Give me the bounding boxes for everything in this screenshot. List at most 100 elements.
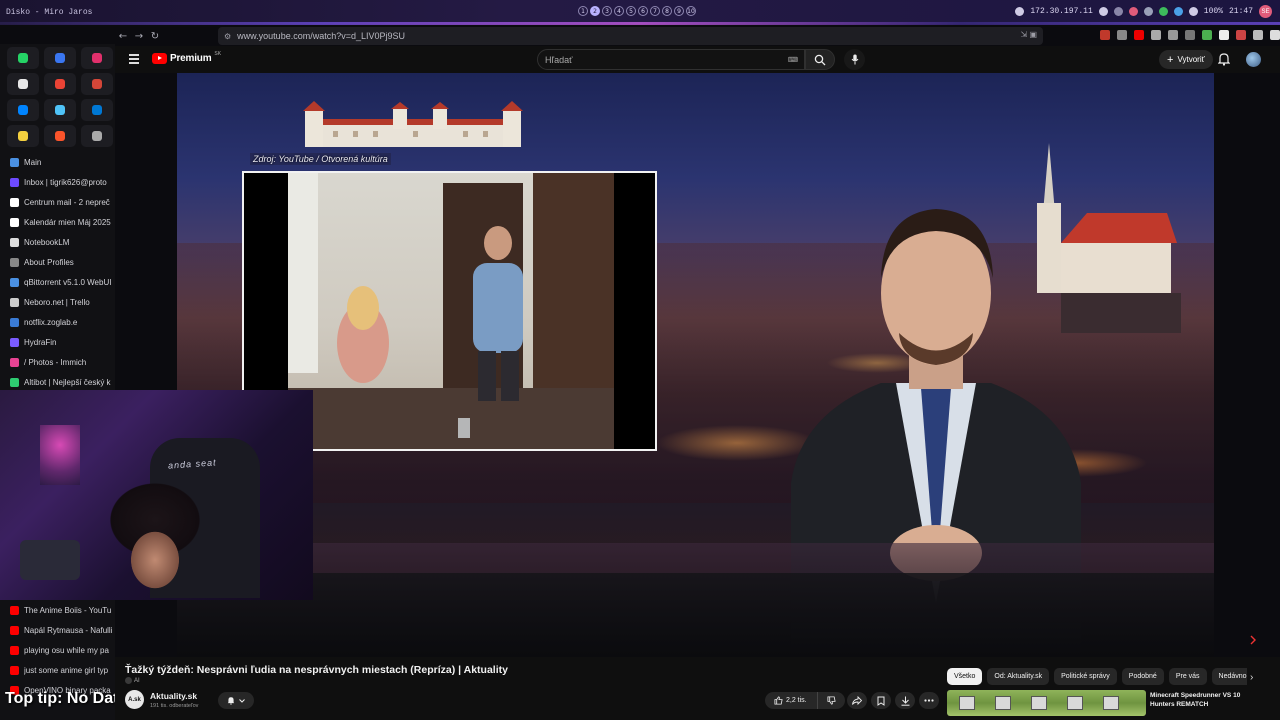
back-icon[interactable]: ← <box>115 31 131 42</box>
filter-chip[interactable]: Pre vás <box>1168 668 1207 685</box>
extension-icon[interactable] <box>1219 30 1229 40</box>
extension-icon[interactable] <box>1202 30 1212 40</box>
network-icon[interactable] <box>1143 7 1153 16</box>
search-input[interactable]: Hľadať ⌨ <box>537 49 805 70</box>
sidebar-tab[interactable]: HydraFin <box>0 332 115 352</box>
favicon-icon <box>10 197 19 207</box>
screenshot-icon[interactable] <box>1098 7 1108 16</box>
record-icon[interactable] <box>1128 7 1138 16</box>
workspace-1[interactable]: 1 <box>578 6 588 16</box>
sidebar-tab[interactable]: Altibot | Nejlepší český k <box>0 372 115 392</box>
pinned-outlook[interactable] <box>81 99 113 121</box>
user-avatar[interactable]: SE <box>1259 5 1272 18</box>
workspace-3[interactable]: 3 <box>602 6 612 16</box>
pinned-settings[interactable] <box>81 125 113 147</box>
subscription-bell-button[interactable] <box>218 692 254 709</box>
next-video-arrow-icon[interactable] <box>1250 635 1256 645</box>
filter-chip[interactable]: Podobné <box>1121 668 1164 685</box>
pinned-notes[interactable] <box>7 125 39 147</box>
workspace-10[interactable]: 10 <box>686 6 696 16</box>
like-button[interactable]: 2,2 tis. <box>765 692 818 709</box>
sidebar-tab[interactable]: Kalendár mien Máj 2025 <box>0 212 115 232</box>
workspace-8[interactable]: 8 <box>662 6 672 16</box>
channel-name[interactable]: Aktuality.sk <box>150 691 197 701</box>
extension-icon[interactable] <box>1100 30 1110 40</box>
sidebar-tab[interactable]: notflix.zoglab.e <box>0 312 115 332</box>
sidebar-tab[interactable]: playing osu while my pa <box>0 640 115 660</box>
search-button[interactable] <box>805 49 835 70</box>
extension-icon[interactable] <box>1185 30 1195 40</box>
volume-icon[interactable] <box>1188 7 1198 16</box>
pinned-gmail[interactable] <box>44 73 76 95</box>
pinned-brave[interactable] <box>44 125 76 147</box>
system-tray: 172.30.197.11 100% 21:47 SE <box>1015 5 1272 18</box>
workspace-2[interactable]: 2 <box>590 6 600 16</box>
filter-chip[interactable]: Všetko <box>947 668 983 685</box>
pinned-signal[interactable] <box>44 47 76 69</box>
sidebar-tab[interactable]: Nebo​ro.net | Trello <box>0 292 115 312</box>
workspace-7[interactable]: 7 <box>650 6 660 16</box>
sidebar-tab[interactable]: Centrum mail - 2 nepreč <box>0 192 115 212</box>
reload-icon[interactable]: ↻ <box>147 31 163 42</box>
keyboard-icon[interactable]: ⌨ <box>788 56 798 64</box>
menu-icon[interactable] <box>129 54 139 64</box>
sidebar-tab[interactable]: Inbox | tigrik626@proto <box>0 172 115 192</box>
display-icon[interactable] <box>1113 7 1123 16</box>
site-info-icon[interactable]: ⚙ <box>224 32 231 41</box>
sidebar-tab[interactable]: Main <box>0 152 115 172</box>
more-actions-button[interactable] <box>919 692 939 709</box>
sidebar-tab[interactable]: Napál Rytmausa - Nafulli <box>0 620 115 640</box>
chevron-right-icon[interactable]: › <box>1250 672 1253 683</box>
url-bar[interactable]: ⚙ www.youtube.com/watch?v=d_LIV0Pj9SU ⇲ … <box>218 27 1043 45</box>
extension-icon[interactable] <box>1236 30 1246 40</box>
workspace-4[interactable]: 4 <box>614 6 624 16</box>
extension-icon[interactable] <box>1168 30 1178 40</box>
pinned-messenger[interactable] <box>7 99 39 121</box>
pinned-x[interactable] <box>7 73 39 95</box>
pinned-droplet[interactable] <box>44 99 76 121</box>
pinned-whatsapp[interactable] <box>7 47 39 69</box>
video-player[interactable]: Zdroj: YouTube / Otvorená kultúra <box>177 73 1214 657</box>
share-icon[interactable]: ⇲ ▣ <box>1021 30 1037 39</box>
channel-avatar[interactable]: A.sk <box>125 690 144 709</box>
sidebar-tab[interactable]: just some anime girl typ <box>0 660 115 680</box>
sidebar-tab[interactable]: The Anime Boiis - YouTu <box>0 600 115 620</box>
voice-search-button[interactable] <box>844 49 865 70</box>
telegram-icon[interactable] <box>1173 7 1183 16</box>
signal-icon <box>55 53 65 63</box>
rgb-light <box>40 425 80 485</box>
forward-icon[interactable]: → <box>131 31 147 42</box>
download-button[interactable] <box>895 692 915 709</box>
recommended-thumbnail[interactable] <box>947 690 1146 716</box>
extension-icon[interactable] <box>1270 30 1280 40</box>
notifications-bell-icon[interactable] <box>1218 52 1230 66</box>
dislike-button[interactable] <box>818 696 845 705</box>
sidebar-tab[interactable]: / Photos - Immich <box>0 352 115 372</box>
extension-icon[interactable] <box>1117 30 1127 40</box>
sidebar-tab[interactable]: qBittorrent v5.1.0 WebUI <box>0 272 115 292</box>
filter-chip[interactable]: Nedávno nahr <box>1211 668 1247 685</box>
sidebar-tab[interactable]: NotebookLM <box>0 232 115 252</box>
url-text[interactable]: www.youtube.com/watch?v=d_LIV0Pj9SU <box>237 31 405 41</box>
extension-icon[interactable] <box>1151 30 1161 40</box>
pinned-instagram[interactable] <box>81 47 113 69</box>
account-avatar[interactable] <box>1246 52 1261 67</box>
workspace-6[interactable]: 6 <box>638 6 648 16</box>
sidebar-tab[interactable]: About Profiles <box>0 252 115 272</box>
recommended-video[interactable]: Minecraft Speedrunner VS 10 Hunters REMA… <box>947 690 1247 716</box>
create-button[interactable]: + Vytvoriť <box>1159 50 1213 69</box>
workspace-9[interactable]: 9 <box>674 6 684 16</box>
extension-icon[interactable] <box>1134 30 1144 40</box>
filter-chip[interactable]: Politické správy <box>1054 668 1117 685</box>
share-button[interactable] <box>847 692 867 709</box>
recommended-title[interactable]: Minecraft Speedrunner VS 10 Hunters REMA… <box>1150 691 1250 709</box>
extension-icon[interactable] <box>1253 30 1263 40</box>
spotify-icon[interactable] <box>1158 7 1168 16</box>
pinned-gmail-alt[interactable] <box>81 73 113 95</box>
lock-icon[interactable] <box>1015 7 1025 16</box>
filter-chip[interactable]: Od: Aktuality.sk <box>987 668 1050 685</box>
save-button[interactable] <box>871 692 891 709</box>
instagram-icon <box>92 53 102 63</box>
youtube-logo[interactable]: Premium SK <box>152 51 221 64</box>
workspace-5[interactable]: 5 <box>626 6 636 16</box>
